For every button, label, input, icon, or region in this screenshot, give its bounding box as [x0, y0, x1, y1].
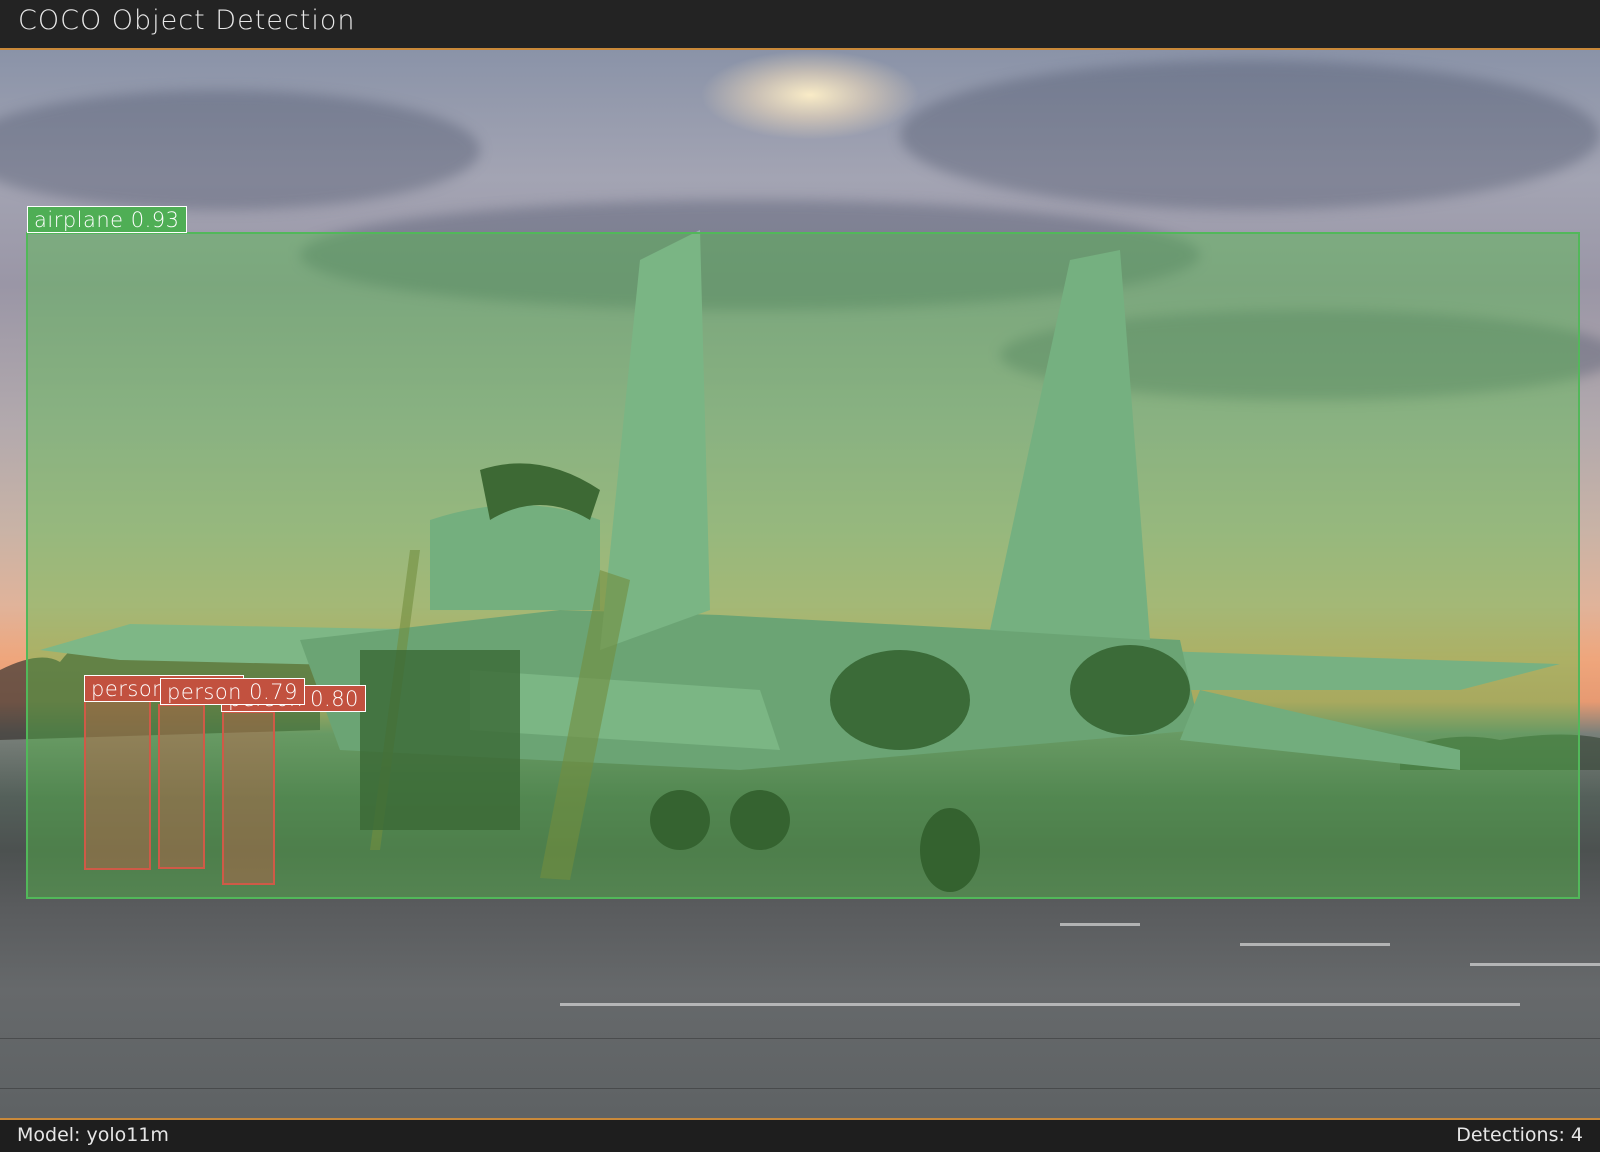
app-title: COCO Object Detection: [18, 5, 356, 36]
title-bar: COCO Object Detection: [0, 0, 1600, 50]
runway-marking: [560, 1003, 1520, 1006]
runway-marking: [1470, 963, 1600, 966]
person-bounding-box-3[interactable]: [222, 711, 275, 885]
runway-marking: [1240, 943, 1390, 946]
person-label-079: person 0.79: [160, 678, 305, 705]
detection-count: Detections: 4: [1456, 1124, 1583, 1146]
status-bar: Model: yolo11m Detections: 4: [0, 1118, 1600, 1152]
person-bounding-box-2[interactable]: [158, 704, 205, 869]
pavement-seam: [0, 1038, 1600, 1039]
runway-marking: [1060, 923, 1140, 926]
airplane-label: airplane 0.93: [27, 206, 187, 233]
pavement-seam: [0, 1088, 1600, 1089]
detection-canvas: airplane 0.93 person 0.80 person person …: [0, 50, 1600, 1118]
person-bounding-box-1[interactable]: [84, 699, 151, 870]
model-name: Model: yolo11m: [17, 1124, 169, 1146]
